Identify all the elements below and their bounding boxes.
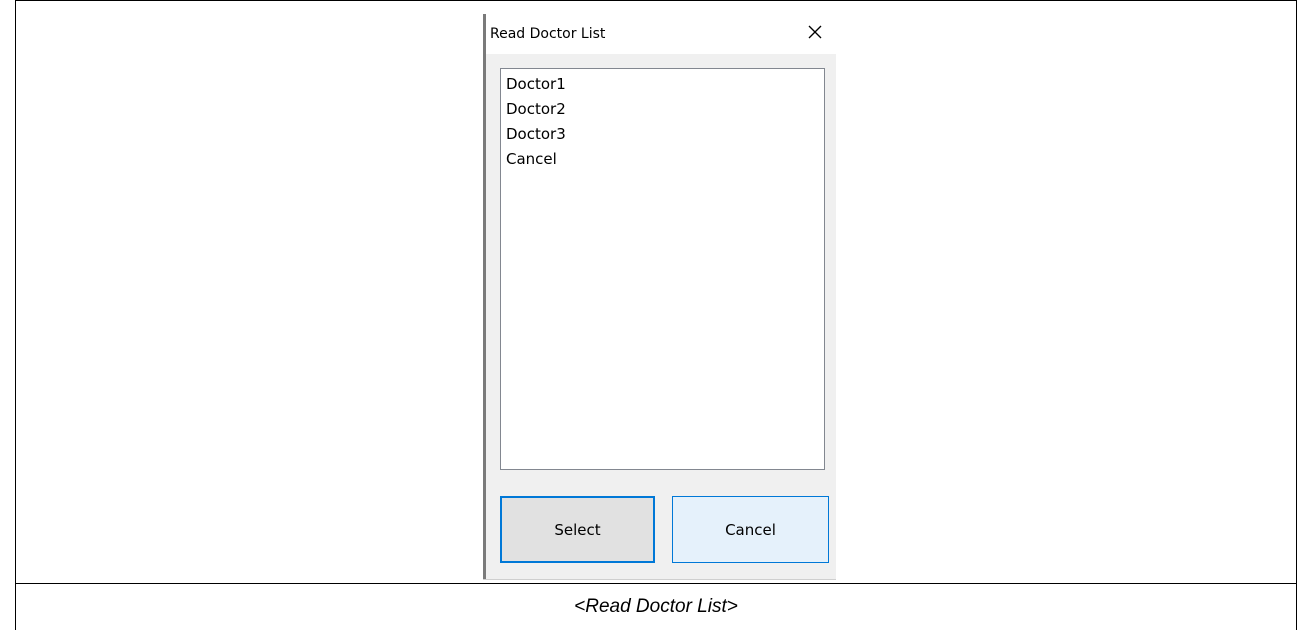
cancel-button-label: Cancel <box>725 520 776 539</box>
list-item-doctor2[interactable]: Doctor2 <box>505 97 820 122</box>
dialog-title: Read Doctor List <box>490 26 606 42</box>
select-button-label: Select <box>554 520 601 539</box>
list-item-doctor1[interactable]: Doctor1 <box>505 72 820 97</box>
list-item-cancel[interactable]: Cancel <box>505 147 820 172</box>
list-item-doctor3[interactable]: Doctor3 <box>505 122 820 147</box>
close-icon <box>807 24 823 44</box>
dialog-left-border <box>483 14 486 580</box>
doctor-listbox[interactable]: Doctor1 Doctor2 Doctor3 Cancel <box>500 68 825 470</box>
close-button[interactable] <box>800 20 830 48</box>
dialog-bottom-border <box>483 579 836 580</box>
cancel-button[interactable]: Cancel <box>672 496 829 563</box>
figure-caption: <Read Doctor List> <box>574 596 738 617</box>
dialog-titlebar[interactable]: Read Doctor List <box>486 14 836 54</box>
select-button[interactable]: Select <box>500 496 655 563</box>
